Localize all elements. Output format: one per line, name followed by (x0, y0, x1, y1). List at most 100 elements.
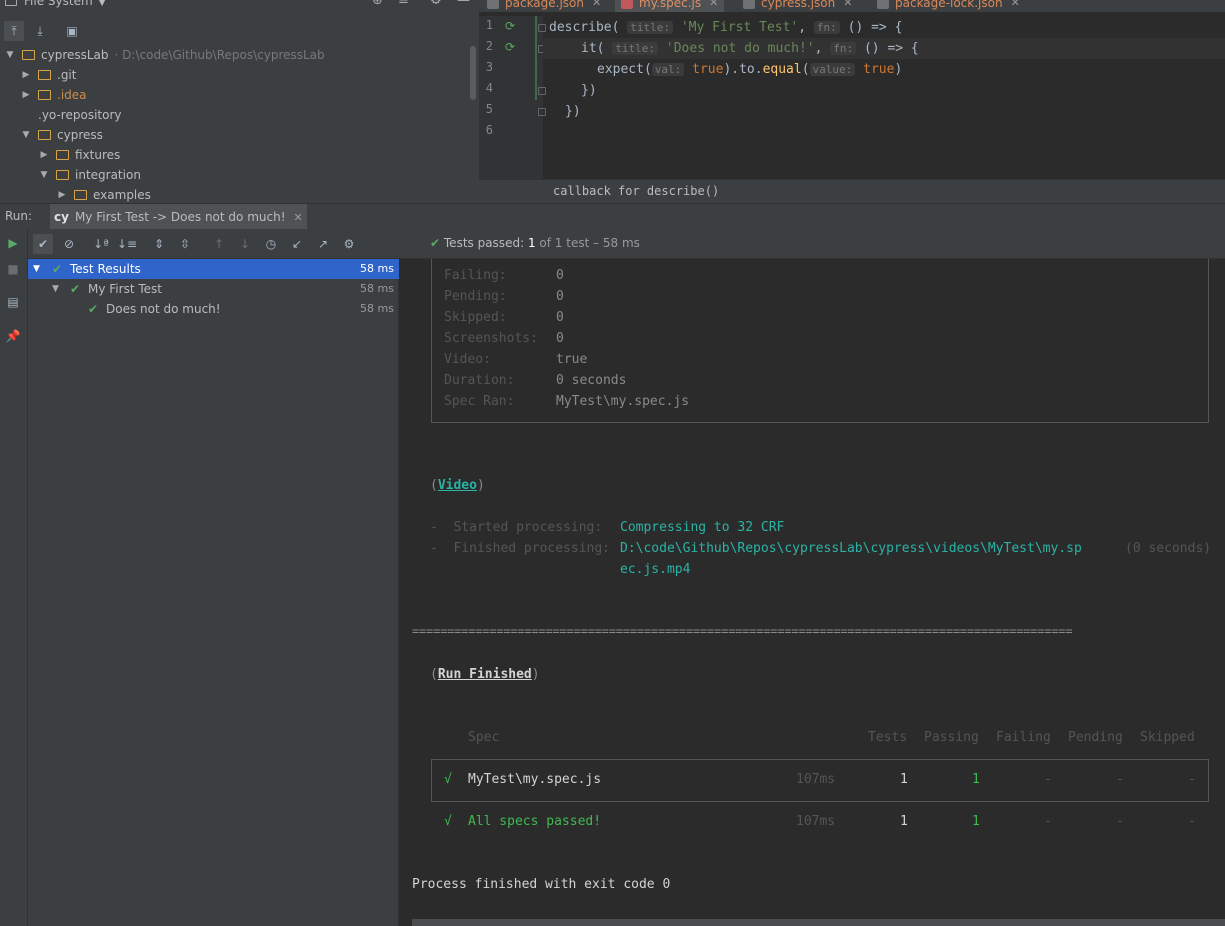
scroll-from-source-button[interactable]: ⤒ (4, 21, 24, 41)
pin-button[interactable]: 📌 (4, 327, 22, 345)
exit-message: Process finished with exit code 0 (412, 877, 671, 892)
tree-item-yo-repository[interactable]: .yo-repository (38, 105, 122, 125)
import-icon: ↙ (291, 237, 303, 251)
row-check: √ (444, 772, 452, 787)
row-time: 107ms (796, 772, 836, 787)
tree-item-integration[interactable]: ▼ integration (38, 165, 141, 185)
code-line-4: }) (581, 83, 597, 98)
duration: 58 ms (360, 262, 394, 275)
fold-icon[interactable] (538, 87, 546, 95)
sort-alpha-button[interactable]: ↓ª (91, 234, 111, 254)
import-button[interactable]: ↙ (287, 234, 307, 254)
table-border (431, 759, 1209, 760)
close-icon[interactable]: ✕ (1011, 0, 1020, 12)
tree-item-label: cypressLab (41, 48, 109, 62)
summary-check: √ (444, 814, 452, 829)
collapsed-arrow-icon: ▶ (40, 150, 48, 160)
show-ignored-button[interactable]: ⊘ (59, 234, 79, 254)
tree-item-examples[interactable]: ▶ examples (56, 185, 151, 203)
stat-key: Pending: (444, 289, 507, 304)
tab-cypress-json[interactable]: cypress.json ✕ (743, 0, 852, 12)
status-rest: of 1 test – 58 ms (539, 236, 640, 250)
clock-icon: ◷ (265, 237, 277, 251)
tab-package-json[interactable]: package.json ✕ (487, 0, 601, 12)
stat-value: 0 (556, 310, 564, 325)
expand-all-button[interactable]: ⇕ (149, 234, 169, 254)
tree-item-does-not-do-much[interactable]: ✔ Does not do much! 58 ms (28, 299, 399, 319)
close-icon[interactable]: ✕ (843, 0, 852, 12)
collapse-all-icon: ⇳ (179, 237, 191, 251)
tree-item-label: cypress (57, 128, 103, 142)
tree-item-idea[interactable]: ▶ .idea (20, 85, 87, 105)
breadcrumb[interactable]: callback for describe() (553, 184, 719, 198)
export-button[interactable]: ↗ (313, 234, 333, 254)
collapse-all-button[interactable]: ⇳ (175, 234, 195, 254)
check-icon: ✔ (37, 237, 49, 251)
folder-icon (38, 130, 51, 140)
check-icon: ✔ (88, 302, 99, 316)
tree-item-fixtures[interactable]: ▶ fixtures (38, 145, 121, 165)
play-icon: ▶ (8, 236, 18, 250)
tree-item-git[interactable]: ▶ .git (20, 65, 77, 85)
rerun-button[interactable]: ▶ (4, 234, 22, 252)
project-view-title: File System (24, 0, 93, 8)
fold-icon[interactable] (538, 108, 546, 116)
tree-item-my-first-test[interactable]: ▼ ✔ My First Test 58 ms (28, 279, 399, 299)
show-passed-button[interactable]: ✔ (33, 234, 53, 254)
gear-icon: ⚙ (343, 237, 355, 251)
project-scrollbar[interactable] (470, 46, 476, 100)
tree-item-cypresslab[interactable]: ▼ cypressLab · D:\code\Github\Repos\cypr… (4, 45, 325, 65)
json-file-icon (487, 0, 499, 9)
folder-open-icon (22, 50, 35, 60)
stop-button[interactable]: ■ (4, 260, 22, 278)
run-finished-heading: (Run Finished) (430, 667, 540, 682)
expanded-arrow-icon: ▼ (40, 170, 48, 180)
video-heading: (Video) (430, 478, 485, 493)
tree-item-test-results[interactable]: ▼ ✔ Test Results 58 ms (28, 259, 399, 279)
preview-button[interactable]: ▣ (62, 21, 82, 41)
run-tab-label: My First Test -> Does not do much! (74, 210, 286, 224)
row-passing: 1 (972, 772, 980, 787)
stat-value: MyTest\my.spec.js (556, 394, 690, 409)
tab-package-lock-json[interactable]: package-lock.json ✕ (877, 0, 1020, 12)
summary-skipped: - (1188, 814, 1196, 829)
previous-failed-button[interactable]: ↑ (209, 234, 229, 254)
line-number: 6 (485, 123, 493, 137)
row-tests: 1 (900, 772, 908, 787)
export-icon: ↗ (317, 237, 329, 251)
box-border (1208, 259, 1209, 422)
close-icon[interactable]: ✕ (294, 211, 303, 224)
console-scrollbar[interactable] (412, 919, 1225, 926)
finished-value: D:\code\Github\Repos\cypressLab\cypress\… (620, 541, 1082, 556)
sort-duration-button[interactable]: ↓≡ (117, 234, 137, 254)
locate-icon[interactable]: ⊕ (372, 0, 383, 8)
fold-icon[interactable] (538, 24, 546, 32)
close-icon[interactable]: ✕ (709, 0, 718, 12)
row-pending: - (1116, 772, 1124, 787)
stat-value: 0 (556, 289, 564, 304)
folder-icon (74, 190, 87, 200)
collapse-icon[interactable]: ≡ (398, 0, 409, 8)
history-button[interactable]: ◷ (261, 234, 281, 254)
run-test-icon[interactable]: ⟳ (505, 19, 515, 33)
tab-my-spec-js[interactable]: my.spec.js ✕ (615, 0, 725, 12)
run-config-tab[interactable]: cy My First Test -> Does not do much! ✕ (50, 204, 307, 230)
gear-icon[interactable]: ⚙ (430, 0, 442, 8)
scroll-to-source-button[interactable]: ⤓ (30, 21, 50, 41)
close-icon[interactable]: ✕ (592, 0, 601, 12)
tree-item-cypress[interactable]: ▼ cypress (20, 125, 103, 145)
next-failed-button[interactable]: ↓ (235, 234, 255, 254)
table-header-spec: Spec (468, 730, 500, 745)
code-line-2: it( title: 'Does not do much!', fn: () =… (581, 41, 919, 56)
layout-button[interactable]: ▤ (4, 293, 22, 311)
settings-button[interactable]: ⚙ (339, 234, 359, 254)
stat-key: Failing: (444, 268, 507, 283)
project-view-selector[interactable]: File System ▼ (24, 0, 106, 8)
code-area[interactable]: describe( title: 'My First Test', fn: ()… (549, 16, 1225, 179)
ban-icon: ⊘ (63, 237, 75, 251)
line-number: 2 (485, 39, 493, 53)
table-border (431, 759, 432, 802)
run-test-icon[interactable]: ⟳ (505, 40, 515, 54)
minimize-icon[interactable]: — (457, 0, 470, 8)
console-output[interactable]: Failing: 0 Pending: 0 Skipped: 0 Screens… (400, 259, 1225, 926)
